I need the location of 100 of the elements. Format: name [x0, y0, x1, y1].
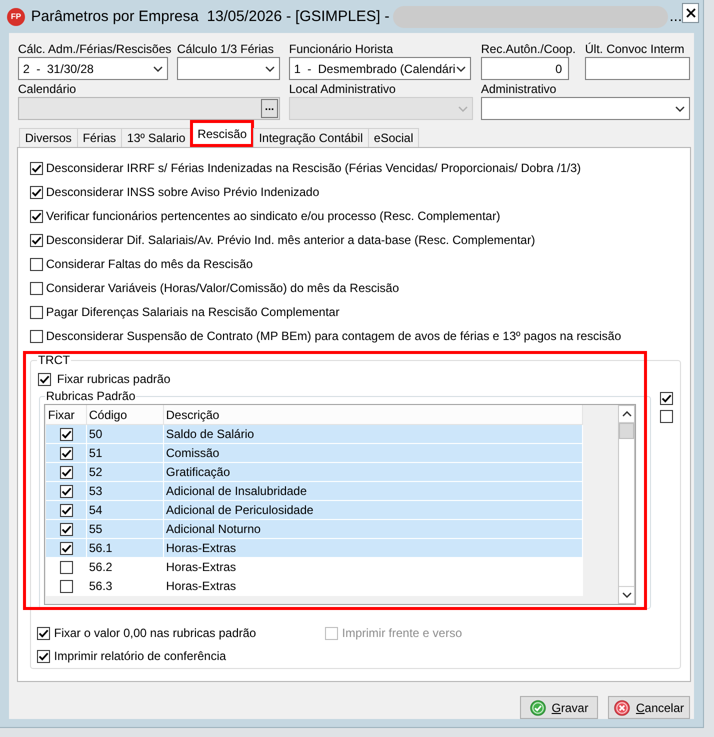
checkbox-label[interactable]: Pagar Diferenças Salariais na Rescisão Complementar — [46, 305, 340, 319]
checkbox[interactable] — [60, 466, 72, 478]
chevron-down-icon — [265, 66, 275, 72]
table-cell: Saldo de Salário — [164, 425, 583, 443]
dropdown[interactable] — [481, 97, 690, 120]
checkbox-label[interactable]: Desconsiderar Suspensão de Contrato (MP BEm) para contagem de avos de férias e 13º pagos na rescisão — [46, 329, 622, 343]
app-logo: FP — [7, 8, 25, 26]
window-title: ... — [670, 8, 682, 25]
dropdown[interactable] — [177, 57, 280, 80]
table-row[interactable]: 50 Saldo de Salário — [46, 425, 583, 444]
table-cell: 56.2 — [87, 558, 164, 576]
checkbox[interactable] — [60, 446, 72, 460]
chevron-up-icon — [622, 411, 632, 417]
table-row[interactable]: 54 Adicional de Periculosidade — [46, 501, 583, 520]
chevron-down-icon — [456, 66, 466, 72]
checkbox[interactable] — [30, 258, 43, 270]
checkbox-label[interactable]: Fixar rubricas padrão — [57, 372, 170, 386]
table-cell: 51 — [87, 444, 164, 462]
chevron-down-icon — [153, 66, 163, 72]
tab[interactable]: Integração Contábil — [252, 128, 369, 147]
table-row[interactable]: 56.2 Horas-Extras — [46, 558, 583, 577]
text-field[interactable]: 0 — [481, 57, 569, 80]
column-header[interactable]: Descrição — [164, 405, 583, 424]
field-label: Local Administrativo — [289, 82, 396, 97]
table-row[interactable]: 56.1 Horas-Extras — [46, 539, 583, 558]
checkbox[interactable] — [660, 410, 673, 423]
checkbox-label[interactable]: Desconsiderar Dif. Salariais/Av. Prévio Ind. mês anterior a data-base (Resc. Complementar) — [46, 233, 536, 247]
table-cell: Adicional de Periculosidade — [164, 501, 583, 519]
table-cell: 50 — [87, 425, 164, 443]
field-label: Últ. Convoc Interm — [585, 42, 684, 57]
checkbox[interactable] — [37, 626, 50, 640]
chevron-down-icon — [675, 106, 685, 112]
save-button[interactable]: Gravar — [520, 696, 598, 719]
checkbox-label[interactable]: Verificar funcionários pertencentes ao sindicato e/ou processo (Resc. Complementar) — [46, 209, 500, 223]
checkbox[interactable] — [37, 650, 50, 662]
dropdown[interactable]: 2 - 31/30/28 — [18, 57, 168, 80]
close-button[interactable] — [682, 3, 699, 23]
table-cell: 56.1 — [87, 539, 164, 557]
field-label: Funcionário Horista — [289, 42, 394, 57]
window-title: Parâmetros por Empresa 13/05/2026 - [GSIMPLES] - — [31, 8, 390, 25]
scrollbar-thumb[interactable] — [619, 423, 634, 439]
x-circle-icon — [614, 700, 630, 716]
checkbox[interactable] — [30, 330, 43, 342]
tab[interactable]: Rescisão — [190, 120, 254, 147]
checkbox-label[interactable]: Desconsiderar IRRF s/ Férias Indenizadas na Rescisão (Férias Vencidas/ Proporcionais/ Dobra /1/3) — [46, 161, 581, 175]
table-row[interactable]: 53 Adicional de Insalubridade — [46, 482, 583, 501]
checkbox[interactable] — [60, 560, 72, 574]
close-icon — [686, 8, 696, 18]
tab[interactable]: eSocial — [368, 128, 420, 147]
cancel-button[interactable]: Cancelar — [608, 696, 690, 719]
chevron-down-icon — [458, 106, 468, 112]
checkbox[interactable] — [60, 542, 72, 554]
checkbox[interactable] — [30, 306, 43, 318]
table-cell: Adicional de Insalubridade — [164, 482, 583, 500]
checkbox[interactable] — [60, 428, 72, 440]
checkbox-label[interactable]: Fixar o valor 0,00 nas rubricas padrão — [54, 626, 256, 640]
field-label: Calendário — [18, 82, 76, 97]
table-cell: Adicional Noturno — [164, 520, 583, 538]
tab[interactable]: Diversos — [19, 128, 78, 147]
field-label: Administrativo — [481, 82, 556, 97]
table-cell: 55 — [87, 520, 164, 538]
table-cell: Horas-Extras — [164, 577, 583, 595]
group-title: Rubricas Padrão — [45, 389, 136, 403]
chevron-down-icon — [622, 592, 632, 598]
checkbox[interactable] — [30, 282, 43, 294]
checkbox-label[interactable]: Desconsiderar INSS sobre Aviso Prévio Indenizado — [46, 185, 320, 199]
table-cell: Gratificação — [164, 463, 583, 481]
checkbox[interactable] — [30, 234, 43, 246]
checkbox[interactable] — [60, 504, 72, 516]
table-row[interactable]: 51 Comissão — [46, 444, 583, 463]
scrollbar[interactable] — [618, 405, 635, 604]
checkbox[interactable] — [30, 210, 43, 222]
table-row[interactable]: 52 Gratificação — [46, 463, 583, 482]
field-label: Cálculo 1/3 Férias — [177, 42, 274, 57]
checkbox[interactable] — [38, 372, 51, 386]
column-header[interactable]: Fixar — [46, 405, 87, 424]
group-title: TRCT — [37, 353, 71, 367]
field-label: Cálc. Adm./Férias/Rescisões — [18, 42, 172, 57]
column-header[interactable]: Código — [87, 405, 164, 424]
table-row[interactable]: 56.3 Horas-Extras — [46, 577, 583, 596]
checkbox[interactable] — [60, 522, 72, 536]
table-row[interactable]: 55 Adicional Noturno — [46, 520, 583, 539]
dropdown[interactable]: 1 - Desmembrado (Calendári — [289, 57, 471, 80]
field-label: Rec.Autôn./Coop. — [481, 42, 576, 57]
text-field[interactable] — [585, 57, 690, 80]
check-circle-icon — [530, 700, 546, 716]
table-cell: Horas-Extras — [164, 558, 583, 576]
checkbox-label[interactable]: Considerar Faltas do mês da Rescisão — [46, 257, 253, 271]
checkbox[interactable] — [60, 484, 72, 498]
checkbox[interactable] — [60, 580, 72, 592]
checkbox-label[interactable]: Considerar Variáveis (Horas/Valor/Comissão) do mês da Rescisão — [46, 281, 400, 295]
checkbox[interactable] — [660, 392, 673, 405]
checkbox-label[interactable]: Imprimir relatório de conferência — [54, 649, 226, 663]
table-cell: 56.3 — [87, 577, 164, 595]
table-cell: Horas-Extras — [164, 539, 583, 557]
table-cell: Comissão — [164, 444, 583, 462]
checkbox[interactable] — [30, 162, 43, 174]
table-cell: 54 — [87, 501, 164, 519]
checkbox[interactable] — [30, 186, 43, 198]
table-cell: 53 — [87, 482, 164, 500]
